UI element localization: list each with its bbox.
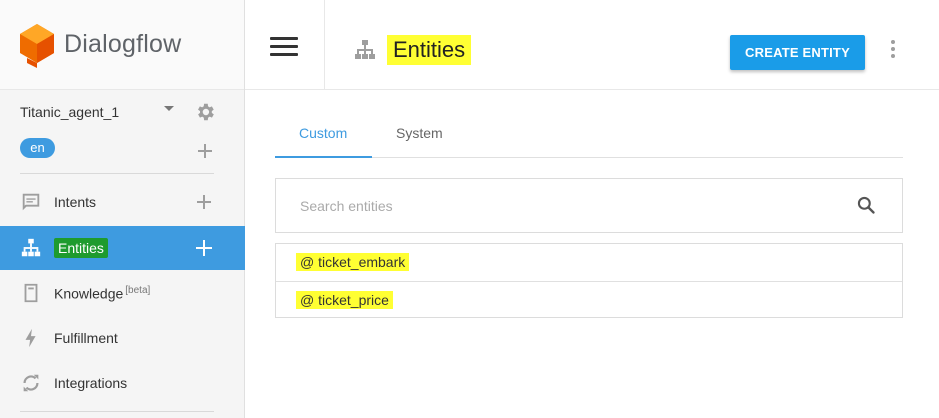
more-options-icon[interactable] (890, 40, 896, 58)
sidebar-divider (20, 173, 214, 174)
entity-list: @ ticket_embark @ ticket_price (275, 243, 903, 318)
sidebar-item-label: Entities (54, 238, 108, 258)
agent-name: Titanic_agent_1 (20, 104, 120, 120)
sidebar: Dialogflow Titanic_agent_1 en Intents En… (0, 0, 245, 418)
sidebar-item-label-group: Knowledge [beta] (54, 285, 150, 302)
add-intent-icon[interactable] (197, 195, 211, 209)
entity-name[interactable]: @ ticket_price (296, 291, 393, 309)
header-divider (324, 0, 325, 90)
add-language-icon[interactable] (198, 144, 212, 158)
tab-custom[interactable]: Custom (299, 125, 347, 141)
add-entity-icon[interactable] (196, 240, 212, 256)
sidebar-item-knowledge[interactable]: Knowledge [beta] (0, 271, 245, 315)
active-tab-indicator (275, 156, 372, 158)
chevron-down-icon[interactable] (164, 106, 174, 111)
brand[interactable]: Dialogflow (0, 0, 244, 90)
lightning-icon (25, 328, 36, 348)
sidebar-item-entities[interactable]: Entities (0, 226, 245, 270)
sidebar-item-intents[interactable]: Intents (0, 180, 245, 224)
sidebar-item-label: Knowledge (54, 285, 124, 302)
sidebar-item-label: Fulfillment (54, 330, 118, 346)
search-icon[interactable] (856, 195, 876, 215)
hamburger-menu-icon[interactable] (270, 37, 298, 57)
language-badge[interactable]: en (20, 138, 55, 158)
search-input[interactable] (300, 195, 800, 217)
language-row: en (0, 136, 245, 162)
hierarchy-icon (21, 238, 41, 257)
list-item[interactable]: @ ticket_embark (276, 244, 902, 281)
sidebar-item-label: Intents (54, 194, 97, 210)
chat-bubble-icon (22, 193, 40, 211)
entity-name[interactable]: @ ticket_embark (296, 253, 410, 271)
create-entity-button[interactable]: CREATE ENTITY (730, 35, 865, 70)
hierarchy-icon (355, 40, 375, 59)
sidebar-item-label: Integrations (54, 375, 128, 391)
tab-system[interactable]: System (396, 125, 443, 141)
book-icon (24, 283, 38, 303)
list-item[interactable]: @ ticket_price (276, 281, 902, 318)
agent-selector[interactable]: Titanic_agent_1 (0, 98, 245, 126)
sidebar-item-fulfillment[interactable]: Fulfillment (0, 316, 245, 360)
entity-tabs: Custom System (275, 118, 903, 158)
beta-badge: [beta] (125, 284, 151, 296)
sync-icon (23, 374, 39, 392)
gear-icon[interactable] (194, 101, 216, 123)
page-title: Entities (387, 35, 472, 65)
sidebar-divider (20, 411, 214, 412)
header: Entities CREATE ENTITY (245, 0, 939, 90)
search-box (275, 178, 903, 233)
dialogflow-logo-icon (20, 23, 54, 68)
sidebar-item-integrations[interactable]: Integrations (0, 361, 245, 405)
brand-name: Dialogflow (64, 30, 182, 58)
